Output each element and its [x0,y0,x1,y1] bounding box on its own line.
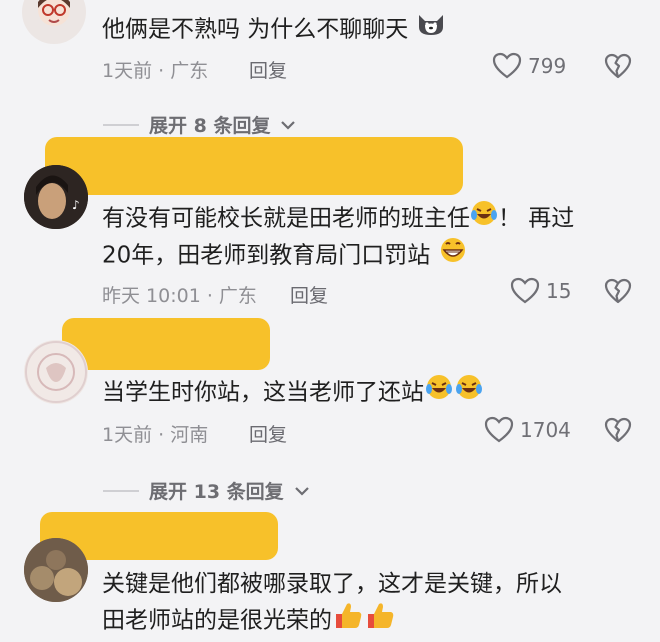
expand-label: 展开 8 条回复 [149,115,271,137]
comment-text-line2: 田老师站的是很光荣的 [102,600,396,642]
comment-text-line2: 20年，田老师到教育局门口罚站 [102,236,468,276]
grin-emoji-icon [438,236,468,276]
comment-text: 关键是他们都被哪录取了，这才是关键，所以 [102,566,562,603]
comment-body: 关键是他们都被哪录取了，这才是关键，所以 [102,571,562,597]
expand-replies-button[interactable]: 展开 8 条回复 [103,111,296,138]
divider [103,123,139,126]
comment-body: 他俩是不熟吗 为什么不聊聊天 [102,16,409,43]
broken-heart-icon [604,278,632,304]
reply-button[interactable]: 回复 [249,56,287,83]
reply-button[interactable]: 回复 [290,281,328,308]
reply-button[interactable]: 回复 [249,420,287,447]
comment-time-location: 1天前 · 广东 [102,60,209,82]
like-count: 1704 [520,418,571,442]
divider [103,489,139,492]
comment-body-tail: ！ 再过 [498,205,575,232]
thumbs-up-icon [332,600,364,642]
broken-heart-icon [604,53,632,79]
laugh-cry-emoji-icon [424,373,454,413]
comment-text: 有没有可能校长就是田老师的班主任 ！ 再过 [102,199,574,239]
avatar[interactable]: ♪ [24,165,88,229]
like-button[interactable]: 799 [492,52,566,80]
comment-time-location: 昨天 10:01 · 广东 [102,285,257,307]
redaction-mark [62,318,270,370]
chevron-down-icon [281,120,296,130]
like-button[interactable]: 15 [510,277,571,305]
dislike-button[interactable] [604,417,632,447]
like-count: 15 [546,279,572,303]
broken-heart-icon [604,417,632,443]
comment-text: 他俩是不熟吗 为什么不聊聊天 [102,11,446,49]
expand-label: 展开 13 条回复 [149,481,284,503]
expand-replies-button[interactable]: 展开 13 条回复 [103,477,310,504]
thumbs-up-icon [364,600,396,642]
avatar[interactable] [24,340,88,404]
comment-text: 当学生时你站，这当老师了还站 [102,373,484,413]
avatar[interactable] [24,538,88,602]
dislike-button[interactable] [604,53,632,83]
comment-body: 当学生时你站，这当老师了还站 [102,379,424,406]
svg-text:♪: ♪ [72,198,80,212]
comment-body: 田老师站的是很光荣的 [102,607,332,634]
laugh-cry-emoji-icon [454,373,484,413]
heart-icon [510,277,540,304]
comment-time-location: 1天前 · 河南 [102,424,209,446]
redaction-mark [45,137,463,195]
dog-emoji-icon [416,11,446,49]
comment-body: 20年，田老师到教育局门口罚站 [102,242,431,269]
chevron-down-icon [294,486,309,496]
laugh-cry-emoji-icon [470,199,498,239]
dislike-button[interactable] [604,278,632,308]
avatar[interactable] [22,0,86,44]
like-button[interactable]: 1704 [484,416,571,444]
like-count: 799 [528,54,567,78]
comment-body: 有没有可能校长就是田老师的班主任 [102,205,470,232]
heart-icon [484,416,514,443]
heart-icon [492,52,522,79]
